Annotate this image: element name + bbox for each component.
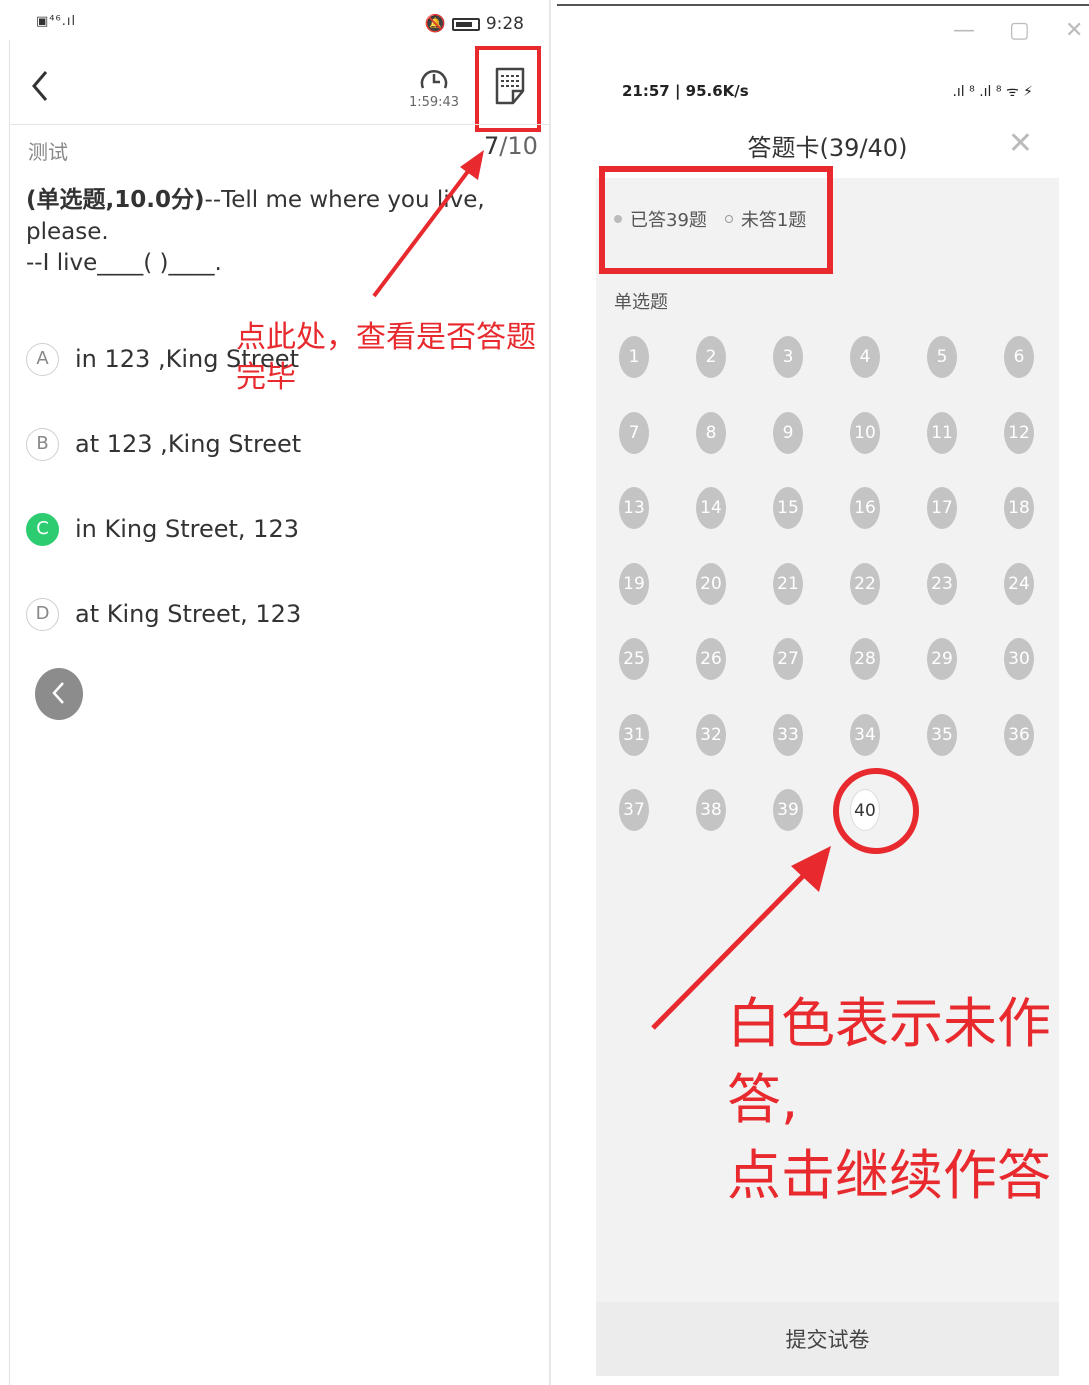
option-text: in King Street, 123: [75, 515, 299, 543]
option-letter: B: [26, 427, 59, 461]
annotation-text: 白色表示未作答, 点击继续作答: [727, 986, 1087, 1214]
annotation-line: 白色表示未作答,: [727, 992, 1051, 1131]
option-text: at 123 ,King Street: [75, 430, 302, 458]
option-d[interactable]: D at King Street, 123: [26, 594, 301, 634]
annotation-arrow: [372, 150, 484, 298]
option-b[interactable]: B at 123 ,King Street: [26, 424, 301, 464]
option-text: at King Street, 123: [75, 600, 302, 628]
option-letter: D: [26, 597, 59, 631]
option-c[interactable]: C in King Street, 123: [26, 509, 299, 549]
chevron-left-icon: [52, 682, 64, 704]
previous-button[interactable]: [35, 668, 83, 720]
annotation-line: 点击继续作答: [727, 1144, 1051, 1207]
right-screen: — ▢ ✕ 21:57 | 95.6K/s .ıl ⁸ .ıl ⁸ ᯤ ⚡ 答题…: [557, 0, 1089, 1385]
option-letter-selected: C: [26, 512, 59, 546]
left-screen: ▣⁴⁶.ıl 🔕 9:28 1:59:43 测试 7/10 (单选题,10.0分…: [0, 0, 552, 1385]
